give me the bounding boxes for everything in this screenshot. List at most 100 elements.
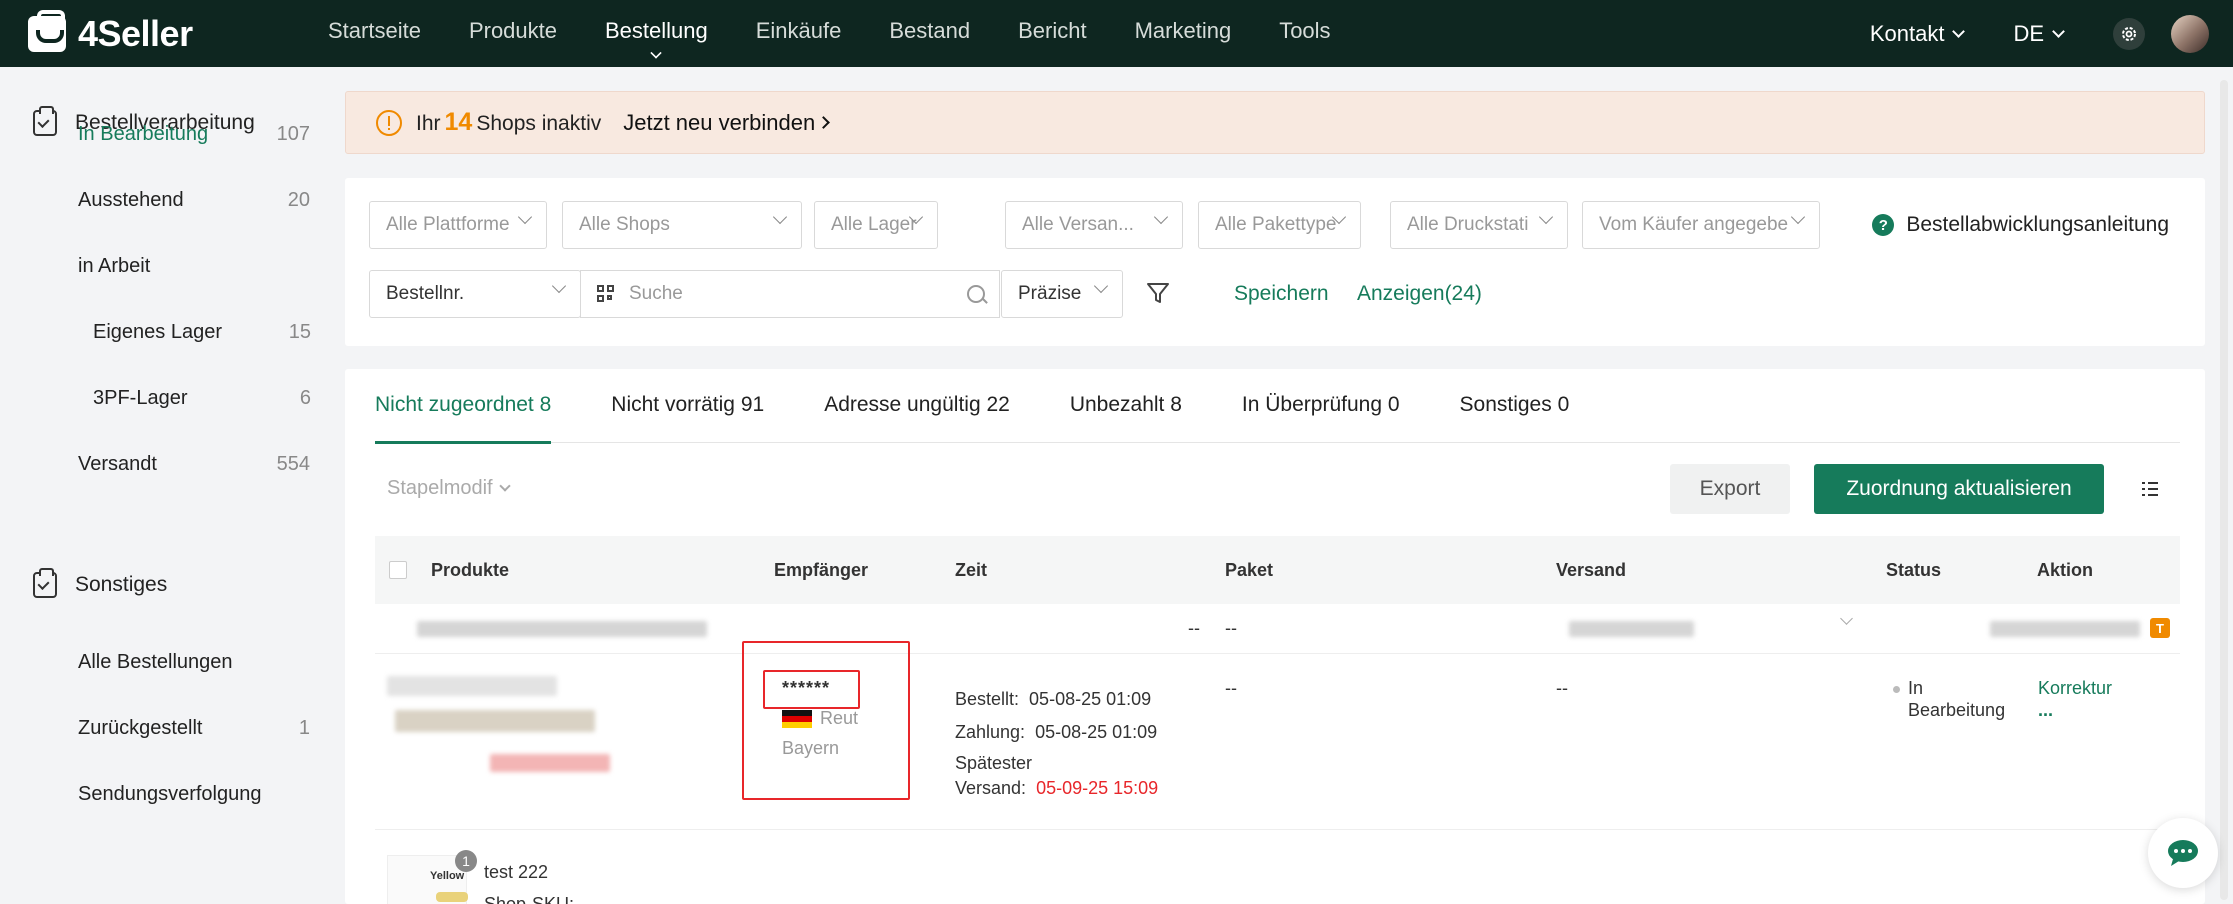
quantity-badge: 1 (455, 850, 477, 872)
brand-name: 4Seller (78, 12, 193, 54)
sidebar-item-sendungsverfolgung[interactable]: Sendungsverfolgung (78, 783, 310, 806)
blurred-shipping-select (1569, 621, 1694, 637)
correct-action-link[interactable]: Korrektur (2038, 678, 2112, 699)
payment-label: Zahlung: (955, 722, 1026, 742)
settings-button[interactable] (2113, 17, 2145, 50)
batch-modify-dropdown[interactable]: Stapelmodif (387, 477, 511, 500)
warehouse-select[interactable]: Alle Lager (814, 201, 938, 249)
blurred-product-line (387, 676, 557, 696)
chevron-down-icon (650, 47, 663, 59)
kontakt-dropdown[interactable]: Kontakt (1870, 21, 1966, 47)
highlight-box (742, 641, 910, 800)
status-badge: In (1893, 678, 1923, 699)
platform-badge: T (2150, 618, 2170, 638)
nav-produkte[interactable]: Produkte (445, 0, 581, 67)
status-dot-icon (1893, 685, 1900, 693)
shop-select[interactable]: Alle Shops (562, 201, 802, 249)
sidebar-item-in-bearbeitung[interactable]: In Bearbeitung 107 (78, 123, 310, 146)
nav-startseite[interactable]: Startseite (304, 0, 445, 67)
language-dropdown[interactable]: DE (2013, 21, 2065, 47)
sidebar-item-3pf-lager[interactable]: 3PF-Lager 6 (93, 387, 311, 410)
help-label: Bestellabwicklungsanleitung (1906, 213, 2169, 236)
tab-in-ueberpruefung[interactable]: In Überprüfung 0 (1242, 369, 1400, 443)
sidebar-item-label: Zurückgestellt (78, 717, 203, 739)
package-type-select[interactable]: Alle Pakettype (1198, 201, 1361, 249)
tab-nicht-vorraetig[interactable]: Nicht vorrätig 91 (611, 369, 764, 443)
help-link[interactable]: ? Bestellabwicklungsanleitung (1872, 213, 2169, 237)
page-scrollbar[interactable] (2220, 80, 2228, 900)
sidebar-item-alle-bestellungen[interactable]: Alle Bestellungen (78, 651, 310, 674)
sidebar-item-in-arbeit[interactable]: in Arbeit (78, 255, 310, 278)
shipping-value: -- (1556, 678, 1568, 698)
scan-icon (597, 285, 615, 303)
sidebar-item-zurueckgestellt[interactable]: Zurückgestellt 1 (78, 717, 310, 740)
clipboard-check-icon (33, 106, 57, 136)
gear-icon (2122, 26, 2136, 41)
blurred-product-sku (490, 754, 610, 772)
col-aktion: Aktion (2037, 560, 2093, 580)
nav-tools[interactable]: Tools (1255, 0, 1354, 67)
chevron-right-icon (817, 116, 831, 129)
chevron-down-icon (1952, 24, 1966, 38)
shipping-select-value: Alle Versan... (1022, 214, 1134, 235)
nav-bestellung[interactable]: Bestellung (581, 0, 732, 67)
filter-icon[interactable] (1145, 280, 1171, 306)
search-input[interactable]: Suche (580, 270, 1000, 318)
status-line2: Bearbeitung (1908, 700, 2006, 720)
buyer-select[interactable]: Vom Käufer angegebe (1582, 201, 1820, 249)
support-chat-button[interactable] (2148, 818, 2218, 888)
show-results-link[interactable]: Anzeigen(24) (1357, 282, 1482, 306)
update-mapping-button[interactable]: Zuordnung aktualisieren (1814, 464, 2104, 514)
more-actions-link[interactable]: ... (2038, 700, 2053, 721)
tab-adresse-ungueltig[interactable]: Adresse ungültig 22 (824, 369, 1010, 443)
buyer-select-value: Vom Käufer angegebe (1599, 214, 1789, 235)
tab-nicht-zugeordnet[interactable]: Nicht zugeordnet 8 (375, 369, 552, 444)
select-all-checkbox[interactable] (389, 561, 407, 579)
chevron-down-icon (1153, 209, 1169, 225)
nav-bericht[interactable]: Bericht (994, 0, 1110, 67)
chevron-down-icon[interactable] (1840, 612, 1853, 625)
package-type-select-value: Alle Pakettype (1215, 214, 1337, 235)
chevron-down-icon (551, 278, 567, 294)
chevron-down-icon (1538, 209, 1554, 225)
sidebar-item-eigenes-lager[interactable]: Eigenes Lager 15 (93, 321, 311, 344)
main-nav: Startseite Produkte Bestellung Einkäufe … (304, 0, 1355, 67)
shipping-select[interactable]: Alle Versan... (1005, 201, 1183, 249)
batch-modify-label: Stapelmodif (387, 477, 493, 499)
tab-unbezahlt[interactable]: Unbezahlt 8 (1070, 369, 1182, 443)
sidebar-item-label: Sendungsverfolgung (78, 783, 262, 805)
sidebar-item-label: In Bearbeitung (78, 123, 209, 145)
sidebar-item-ausstehend[interactable]: Ausstehend 20 (78, 189, 310, 212)
search-icon[interactable] (967, 285, 985, 303)
sidebar-item-versandt[interactable]: Versandt 554 (78, 453, 310, 476)
match-mode-select[interactable]: Präzise (1001, 270, 1123, 318)
nav-bestand[interactable]: Bestand (865, 0, 994, 67)
sidebar-item-count: 15 (288, 321, 311, 343)
sidebar-group-sonstiges[interactable]: Sonstiges (33, 568, 168, 598)
chevron-down-icon (498, 480, 511, 492)
sidebar-item-count: 6 (299, 387, 311, 409)
order-number-select[interactable]: Bestellnr. (369, 270, 581, 318)
save-filter-link[interactable]: Speichern (1234, 282, 1329, 306)
payment-value: 05-08-25 01:09 (1035, 722, 1158, 742)
column-settings-icon[interactable] (2141, 480, 2159, 498)
avatar[interactable] (2171, 14, 2209, 53)
chevron-down-icon (1790, 209, 1806, 225)
chevron-down-icon (772, 209, 788, 225)
tab-sonstiges[interactable]: Sonstiges 0 (1460, 369, 1570, 443)
reconnect-link[interactable]: Jetzt neu verbinden (623, 110, 831, 136)
brand-logo[interactable]: 4Seller (28, 9, 288, 55)
nav-einkaeufe[interactable]: Einkäufe (732, 0, 866, 67)
print-status-select[interactable]: Alle Druckstati (1390, 201, 1568, 249)
top-navbar: 4Seller Startseite Produkte Bestellung E… (0, 0, 2233, 67)
print-status-select-value: Alle Druckstati (1407, 214, 1529, 235)
status-tabs: Nicht zugeordnet 8 Nicht vorrätig 91 Adr… (375, 369, 2180, 444)
nav-marketing[interactable]: Marketing (1111, 0, 1256, 67)
platform-select[interactable]: Alle Plattforme (369, 201, 547, 249)
top-right-actions: Kontakt DE (1870, 0, 2233, 67)
export-button[interactable]: Export (1670, 464, 1790, 514)
shop-select-value: Alle Shops (579, 214, 670, 235)
ordered-value: 05-08-25 01:09 (1029, 689, 1152, 709)
payment-time: Zahlung: 05-08-25 01:09 (955, 722, 1157, 743)
sidebar-group-label: Sonstiges (75, 573, 168, 596)
